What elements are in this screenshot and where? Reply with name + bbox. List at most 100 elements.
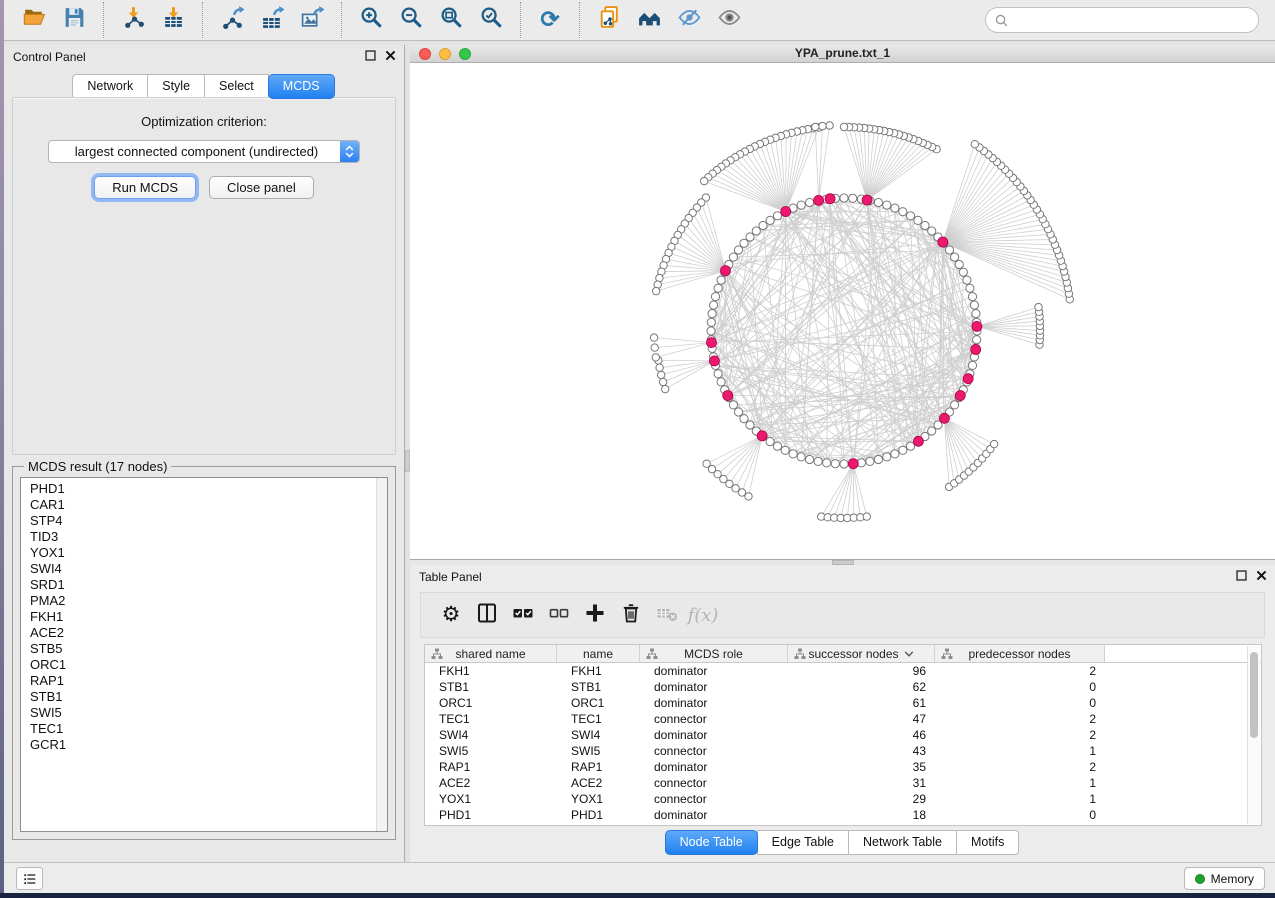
- mcds-list-scrollbar[interactable]: [376, 478, 387, 831]
- add-column-button[interactable]: [577, 597, 613, 633]
- mcds-result-item[interactable]: PMA2: [30, 593, 387, 609]
- open-session-button[interactable]: [17, 4, 51, 36]
- show-panel-button[interactable]: [712, 4, 746, 36]
- hide-panel-button[interactable]: [672, 4, 706, 36]
- mcds-result-item[interactable]: YOX1: [30, 545, 387, 561]
- network-canvas[interactable]: [410, 63, 1275, 559]
- table-row[interactable]: TEC1TEC1connector472: [425, 711, 1261, 727]
- mcds-result-item[interactable]: TEC1: [30, 721, 387, 737]
- import-table-button[interactable]: [156, 4, 190, 36]
- mcds-result-item[interactable]: ORC1: [30, 657, 387, 673]
- run-mcds-button[interactable]: Run MCDS: [94, 176, 196, 199]
- table-cell: PHD1: [557, 807, 640, 823]
- mcds-result-item[interactable]: STB1: [30, 689, 387, 705]
- deselect-all-button[interactable]: [541, 597, 577, 633]
- maximize-window-icon[interactable]: [459, 48, 471, 60]
- close-window-icon[interactable]: [419, 48, 431, 60]
- table-cell: dominator: [640, 679, 788, 695]
- table-cell: TEC1: [557, 711, 640, 727]
- zoom-selected-button[interactable]: [474, 4, 508, 36]
- close-panel-button[interactable]: Close panel: [209, 176, 314, 199]
- tab-style[interactable]: Style: [147, 74, 205, 99]
- table-cell: STB1: [425, 679, 557, 695]
- cytoscape-window: ⟳ Control Panel: [4, 0, 1275, 893]
- table-row[interactable]: SWI4SWI4dominator462: [425, 727, 1261, 743]
- table-row[interactable]: YOX1YOX1connector291: [425, 791, 1261, 807]
- search-network-button[interactable]: [632, 4, 666, 36]
- column-layout-button[interactable]: [469, 597, 505, 633]
- toolbar-separator: [520, 2, 521, 38]
- mcds-result-item[interactable]: CAR1: [30, 497, 387, 513]
- mcds-result-group: MCDS result (17 nodes) PHD1CAR1STP4TID3Y…: [12, 466, 396, 840]
- criterion-select[interactable]: largest connected component (undirected): [48, 140, 360, 163]
- network-graph[interactable]: [410, 63, 1275, 560]
- delete-table-icon: [655, 601, 679, 630]
- column-header-predecessor-nodes[interactable]: predecessor nodes: [935, 645, 1105, 662]
- save-session-button[interactable]: [57, 4, 91, 36]
- tab-select[interactable]: Select: [204, 74, 269, 99]
- close-panel-icon[interactable]: [1255, 569, 1268, 582]
- table-cell: 2: [935, 663, 1105, 679]
- zoom-fit-button[interactable]: [434, 4, 468, 36]
- mcds-result-item[interactable]: ACE2: [30, 625, 387, 641]
- refresh-button[interactable]: ⟳: [533, 4, 567, 36]
- mcds-result-item[interactable]: SWI4: [30, 561, 387, 577]
- minimize-window-icon[interactable]: [439, 48, 451, 60]
- tab-network-table[interactable]: Network Table: [848, 830, 957, 855]
- column-header-successor-nodes[interactable]: successor nodes: [788, 645, 935, 662]
- network-window: YPA_prune.txt_1: [410, 45, 1275, 560]
- table-header-row: shared namenameMCDS rolesuccessor nodesp…: [425, 645, 1261, 663]
- mcds-result-item[interactable]: FKH1: [30, 609, 387, 625]
- zoom-in-button[interactable]: [354, 4, 388, 36]
- select-all-button[interactable]: [505, 597, 541, 633]
- import-network-button[interactable]: [116, 4, 150, 36]
- mcds-result-item[interactable]: SRD1: [30, 577, 387, 593]
- close-panel-icon[interactable]: [384, 49, 397, 62]
- column-header-MCDS-role[interactable]: MCDS role: [640, 645, 788, 662]
- mcds-result-item[interactable]: GCR1: [30, 737, 387, 753]
- criterion-selected-value: largest connected component (undirected): [49, 144, 340, 159]
- table-scrollbar-thumb[interactable]: [1250, 652, 1258, 738]
- search-field[interactable]: [985, 7, 1259, 33]
- table-row[interactable]: STB1STB1dominator620: [425, 679, 1261, 695]
- tab-network[interactable]: Network: [72, 74, 148, 99]
- mcds-result-item[interactable]: SWI5: [30, 705, 387, 721]
- mcds-result-item[interactable]: STP4: [30, 513, 387, 529]
- table-row[interactable]: RAP1RAP1dominator352: [425, 759, 1261, 775]
- delete-column-button[interactable]: [613, 597, 649, 633]
- float-panel-icon[interactable]: [1235, 569, 1248, 582]
- tab-node-table[interactable]: Node Table: [665, 830, 758, 855]
- table-row[interactable]: SWI5SWI5connector431: [425, 743, 1261, 759]
- memory-button[interactable]: Memory: [1184, 867, 1265, 890]
- search-input[interactable]: [1009, 10, 1250, 30]
- export-network-button[interactable]: [215, 4, 249, 36]
- column-header-shared-name[interactable]: shared name: [425, 645, 557, 662]
- table-row[interactable]: ORC1ORC1dominator610: [425, 695, 1261, 711]
- task-history-button[interactable]: [16, 867, 43, 890]
- mcds-result-item[interactable]: RAP1: [30, 673, 387, 689]
- table-cell: 96: [788, 663, 935, 679]
- share-document-button[interactable]: [592, 4, 626, 36]
- settings-gear-button[interactable]: ⚙: [433, 597, 469, 633]
- mcds-result-item[interactable]: STB5: [30, 641, 387, 657]
- tab-mcds[interactable]: MCDS: [268, 74, 335, 99]
- table-row[interactable]: ACE2ACE2connector311: [425, 775, 1261, 791]
- float-panel-icon[interactable]: [364, 49, 377, 62]
- control-panel-header: Control Panel: [4, 45, 404, 69]
- export-table-button[interactable]: [255, 4, 289, 36]
- tab-edge-table[interactable]: Edge Table: [757, 830, 849, 855]
- mcds-result-item[interactable]: PHD1: [30, 481, 387, 497]
- table-row[interactable]: PHD1PHD1dominator180: [425, 807, 1261, 823]
- zoom-out-button[interactable]: [394, 4, 428, 36]
- tab-motifs[interactable]: Motifs: [956, 830, 1019, 855]
- table-cell: ACE2: [425, 775, 557, 791]
- import-network-icon: [121, 5, 146, 35]
- table-scrollbar[interactable]: [1247, 646, 1260, 824]
- table-row[interactable]: FKH1FKH1dominator962: [425, 663, 1261, 679]
- table-cell: YOX1: [425, 791, 557, 807]
- mcds-result-item[interactable]: TID3: [30, 529, 387, 545]
- mcds-result-list[interactable]: PHD1CAR1STP4TID3YOX1SWI4SRD1PMA2FKH1ACE2…: [20, 477, 388, 832]
- export-image-button[interactable]: [295, 4, 329, 36]
- table-toolbar: ⚙f(x): [420, 592, 1265, 638]
- column-header-name[interactable]: name: [557, 645, 640, 662]
